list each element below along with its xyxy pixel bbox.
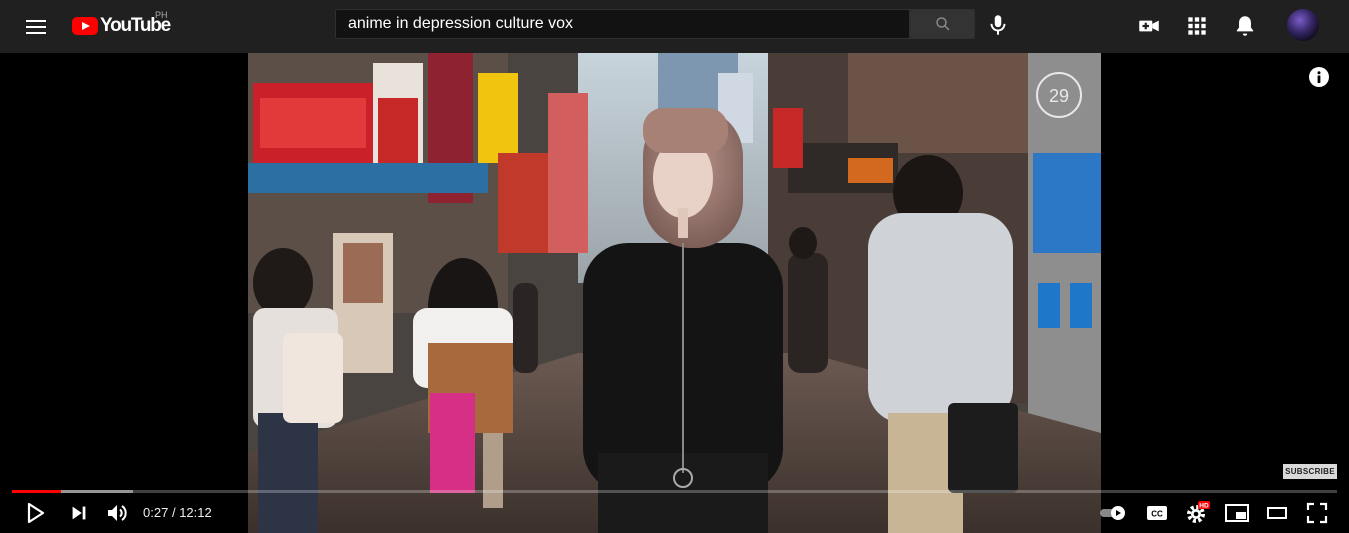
info-button[interactable]: [1309, 67, 1329, 87]
video-frame[interactable]: 29: [248, 53, 1101, 533]
theater-mode-icon: [1267, 507, 1287, 519]
apps-button[interactable]: [1184, 13, 1210, 39]
search-input[interactable]: [348, 10, 898, 38]
channel-watermark: 29: [1049, 86, 1069, 106]
search-button[interactable]: [910, 9, 975, 39]
svg-text:CC: CC: [1151, 510, 1163, 519]
youtube-logo-icon: [72, 17, 98, 35]
video-player[interactable]: 29 SUBSCRIBE 0:27 / 12:12 CC HD: [0, 53, 1349, 533]
hd-badge: HD: [1199, 503, 1209, 510]
autoplay-toggle-icon: [1100, 506, 1125, 520]
apps-grid-icon: [1188, 17, 1206, 35]
subscribe-watermark[interactable]: SUBSCRIBE: [1283, 464, 1337, 479]
fullscreen-icon: [1306, 502, 1328, 524]
notifications-bell-icon: [1236, 16, 1254, 36]
time-display: 0:27 / 12:12: [143, 505, 212, 520]
notifications-button[interactable]: [1232, 13, 1258, 39]
menu-icon[interactable]: [24, 15, 48, 39]
create-video-icon: [1139, 20, 1159, 32]
progress-bar[interactable]: [12, 489, 1337, 494]
voice-search-button[interactable]: [985, 12, 1011, 38]
search-box: [335, 9, 910, 39]
avatar[interactable]: [1287, 9, 1319, 41]
settings-button[interactable]: HD: [1182, 497, 1212, 529]
country-code: PH: [155, 10, 168, 20]
video-scene: 29: [248, 53, 1101, 533]
next-button[interactable]: [64, 497, 94, 529]
miniplayer-button[interactable]: [1222, 497, 1252, 529]
top-bar: YouTube PH: [0, 0, 1349, 53]
progress-track: [12, 490, 1337, 493]
next-icon: [72, 506, 86, 520]
duration: 12:12: [179, 505, 212, 520]
fullscreen-button[interactable]: [1302, 497, 1332, 529]
time-separator: /: [171, 505, 176, 520]
current-time: 0:27: [143, 505, 169, 520]
play-icon: [27, 502, 45, 524]
progress-played: [12, 490, 61, 493]
info-icon: [1317, 71, 1321, 83]
play-button[interactable]: [20, 497, 50, 529]
captions-icon: CC: [1147, 506, 1167, 520]
volume-icon: [108, 505, 127, 521]
theater-mode-button[interactable]: [1262, 497, 1292, 529]
settings-gear-icon: HD: [1187, 501, 1210, 523]
youtube-logo[interactable]: YouTube PH: [72, 10, 171, 39]
mute-button[interactable]: [102, 497, 132, 529]
microphone-icon: [990, 15, 1006, 35]
miniplayer-icon: [1225, 504, 1249, 522]
create-video-button[interactable]: [1136, 13, 1162, 39]
captions-button[interactable]: CC: [1142, 497, 1172, 529]
autoplay-toggle[interactable]: [1097, 497, 1131, 529]
search-icon: [936, 17, 950, 31]
